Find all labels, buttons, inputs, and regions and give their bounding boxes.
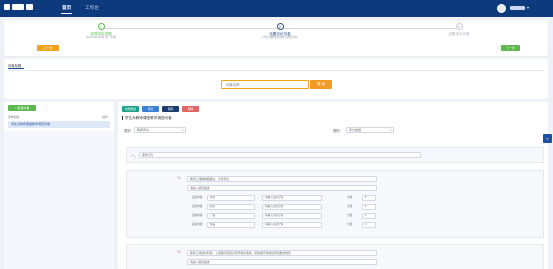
step-3-title: 设置评价对象: [448, 31, 470, 36]
question-desc-input[interactable]: 请输入题目描述: [187, 259, 377, 265]
list-header: 问卷标题 操作 ↓: [8, 115, 110, 119]
score-label: 分值: [347, 223, 353, 226]
list-body: [4, 131, 114, 269]
step-1-subtitle: (2023-2024学年 第一学期): [85, 35, 117, 39]
steps-card: ✓ 选择学年学期 (2023-2024学年 第一学期) 2 设置评价问卷 (学生…: [4, 20, 548, 56]
list-header-action[interactable]: 操作 ↓: [102, 115, 110, 119]
score-value[interactable]: 2: [362, 222, 376, 228]
next-step-button[interactable]: 下一步: [501, 45, 520, 51]
score-value[interactable]: 8: [362, 195, 376, 201]
add-survey-button[interactable]: + 新建问卷: [8, 105, 36, 111]
question-block: *2. 教师上课准时到课，上课期间无随意离开教室现象，能够遵守课堂纪律和教学规范…: [126, 244, 544, 269]
prev-step-button[interactable]: 上一步: [37, 45, 59, 51]
editor-toolbar: 新增题目 预览 保存 删除: [122, 106, 199, 112]
survey-editor-panel: 新增题目 预览 保存 删除 学生对教师课堂教学调查问卷 类别 教师评价 ▾ 类别…: [118, 102, 548, 269]
option-label: 选项内容: [192, 196, 203, 199]
search-input[interactable]: [221, 80, 309, 89]
step-2: 2 设置评价问卷 (学生对教师课堂教学调查问卷): [250, 23, 310, 39]
option-input[interactable]: 一般: [207, 213, 255, 219]
option-input[interactable]: 较好: [207, 204, 255, 210]
option-score-input[interactable]: 请输入选项分值: [262, 195, 322, 201]
survey-title: 学生对教师课堂教学调查问卷: [122, 116, 172, 121]
section-number: 一、: [131, 154, 138, 158]
user-name[interactable]: [510, 6, 525, 10]
section-title-input[interactable]: 课堂行为: [139, 152, 421, 158]
option-label: 选项内容: [192, 205, 203, 208]
option-input[interactable]: 非常: [207, 195, 255, 201]
add-question-button[interactable]: 新增题目: [122, 106, 139, 112]
score-value[interactable]: 4: [362, 213, 376, 219]
preview-button[interactable]: 预览: [142, 106, 159, 112]
question-number: *1.: [177, 176, 182, 180]
option-label: 选项内容: [192, 223, 203, 226]
option-score-input[interactable]: 请输入选项分值: [262, 222, 322, 228]
option-input[interactable]: 较差: [207, 222, 255, 228]
search-tab-underline: [8, 68, 24, 69]
option-label: 选项内容: [192, 214, 203, 217]
option-score-input[interactable]: 请输入选项分值: [262, 204, 322, 210]
score-label: 分值: [347, 205, 353, 208]
save-button[interactable]: 保存: [162, 106, 179, 112]
collapse-icon[interactable]: «: [543, 134, 552, 143]
nav-home[interactable]: 首页: [60, 5, 73, 14]
question-title-input[interactable]: 教师上课精神面貌好、声音洪亮: [187, 176, 377, 182]
type-select-2-value: 评分类题: [349, 128, 362, 132]
question-block: *1. 教师上课精神面貌好、声音洪亮 请输入题目描述 选项内容 非常 请输入选项…: [126, 170, 544, 238]
delete-button[interactable]: 删除: [182, 106, 199, 112]
divider: [8, 70, 544, 71]
step-2-subtitle: (学生对教师课堂教学调查问卷): [262, 35, 298, 39]
score-label: 分值: [347, 196, 353, 199]
search-card: 问卷标题 搜 索: [4, 59, 548, 99]
option-score-input[interactable]: 请输入选项分值: [262, 213, 322, 219]
step-3: 3 设置评价对象: [429, 23, 489, 36]
search-button[interactable]: 搜 索: [310, 80, 332, 89]
type-select-2[interactable]: 评分类题 ▾: [346, 127, 394, 133]
nav-workbench[interactable]: 工作台: [85, 5, 99, 11]
step-1: ✓ 选择学年学期 (2023-2024学年 第一学期): [71, 23, 131, 39]
top-navbar: 首页 工作台 ▾: [0, 0, 553, 17]
type-select-value: 教师评价: [137, 128, 150, 132]
list-header-title: 问卷标题: [8, 115, 20, 119]
chevron-down-icon: ▾: [181, 128, 183, 132]
step-3-number: 3: [455, 23, 463, 30]
list-item[interactable]: 学生对教师课堂教学调查问卷: [8, 121, 110, 128]
question-desc-input[interactable]: 请输入题目描述: [187, 185, 377, 191]
type-label-2: 类别: [333, 129, 340, 133]
score-label: 分值: [347, 214, 353, 217]
logo: [4, 4, 36, 11]
score-value[interactable]: 6: [362, 204, 376, 210]
section-block: 一、 课堂行为: [126, 147, 544, 163]
type-select[interactable]: 教师评价 ▾: [134, 127, 186, 133]
chevron-down-icon[interactable]: ▾: [527, 6, 532, 10]
chevron-down-icon: ▾: [389, 128, 391, 132]
type-label: 类别: [124, 129, 131, 133]
step-2-number: 2: [276, 23, 284, 30]
user-avatar[interactable]: [497, 4, 506, 13]
check-icon: ✓: [97, 23, 105, 30]
question-title-input[interactable]: 教师上课准时到课，上课期间无随意离开教室现象，能够遵守课堂纪律和教学规范: [187, 250, 377, 256]
survey-list-panel: + 新建问卷 问卷标题 操作 ↓ 学生对教师课堂教学调查问卷: [4, 102, 114, 269]
question-number: *2.: [177, 250, 182, 254]
